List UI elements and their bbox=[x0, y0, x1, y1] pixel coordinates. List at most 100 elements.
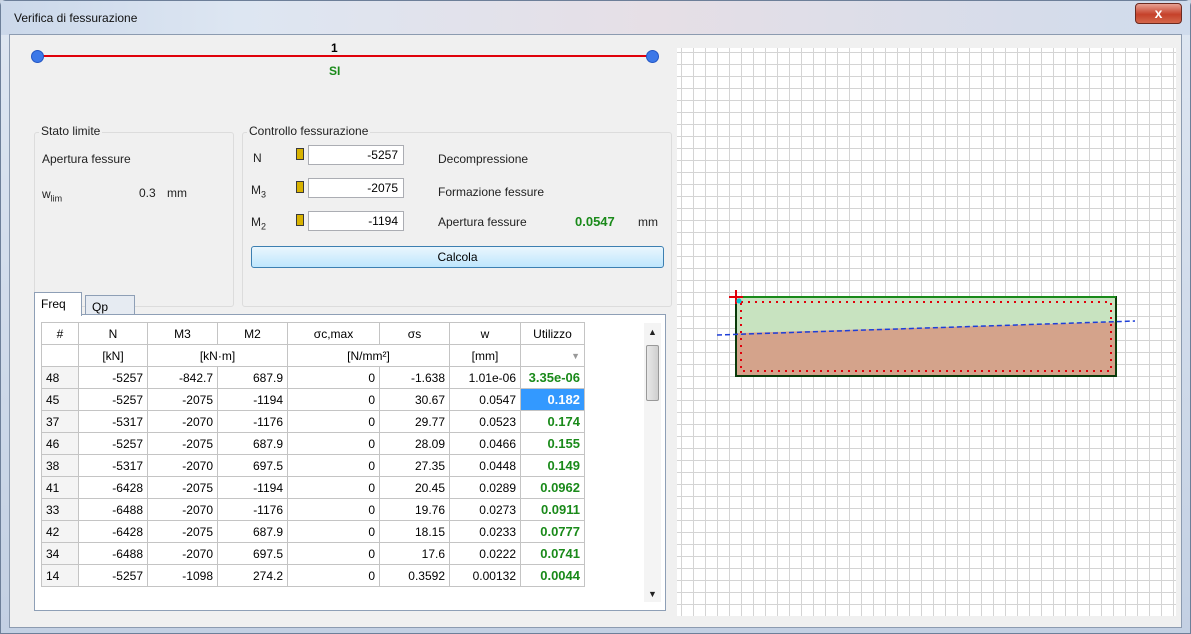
table-cell[interactable]: 0 bbox=[287, 410, 380, 433]
row-index-cell[interactable]: 46 bbox=[41, 432, 79, 455]
table-cell[interactable]: 0 bbox=[287, 564, 380, 587]
table-cell[interactable]: 0.0273 bbox=[449, 498, 521, 521]
table-cell[interactable]: -1.638 bbox=[379, 366, 450, 389]
table-cell[interactable]: -2070 bbox=[147, 454, 218, 477]
table-cell[interactable]: -1194 bbox=[217, 388, 288, 411]
table-cell[interactable]: 0.3592 bbox=[379, 564, 450, 587]
table-row[interactable]: 46 -5257 -2075 687.9 0 28.09 0.0466 0.155 bbox=[41, 432, 585, 455]
table-cell[interactable]: 0 bbox=[287, 542, 380, 565]
table-cell[interactable]: -6428 bbox=[78, 520, 148, 543]
calculator-icon[interactable] bbox=[296, 214, 304, 226]
table-cell[interactable]: 0.0222 bbox=[449, 542, 521, 565]
table-cell[interactable]: 687.9 bbox=[217, 432, 288, 455]
utilizzo-cell[interactable]: 0.0777 bbox=[520, 520, 585, 543]
col-header-w[interactable]: w bbox=[449, 322, 521, 345]
table-cell[interactable]: -1194 bbox=[217, 476, 288, 499]
scroll-up-icon[interactable]: ▲ bbox=[648, 327, 657, 337]
n-field[interactable]: -5257 bbox=[308, 145, 404, 165]
table-cell[interactable]: 0.0233 bbox=[449, 520, 521, 543]
utilizzo-cell[interactable]: 0.155 bbox=[520, 432, 585, 455]
table-cell[interactable]: 18.15 bbox=[379, 520, 450, 543]
table-cell[interactable]: 1.01e-06 bbox=[449, 366, 521, 389]
sort-arrow-icon[interactable]: ▼ bbox=[520, 344, 585, 367]
table-cell[interactable]: 28.09 bbox=[379, 432, 450, 455]
utilizzo-cell[interactable]: 3.35e-06 bbox=[520, 366, 585, 389]
row-index-cell[interactable]: 42 bbox=[41, 520, 79, 543]
table-cell[interactable]: 274.2 bbox=[217, 564, 288, 587]
table-cell[interactable]: 697.5 bbox=[217, 542, 288, 565]
table-cell[interactable]: 0.0466 bbox=[449, 432, 521, 455]
col-header-sigma-c[interactable]: σc,max bbox=[287, 322, 380, 345]
utilizzo-cell[interactable]: 0.0911 bbox=[520, 498, 585, 521]
row-index-cell[interactable]: 41 bbox=[41, 476, 79, 499]
row-index-cell[interactable]: 34 bbox=[41, 542, 79, 565]
calculator-icon[interactable] bbox=[296, 148, 304, 160]
table-cell[interactable]: 27.35 bbox=[379, 454, 450, 477]
table-cell[interactable]: -5257 bbox=[78, 366, 148, 389]
table-cell[interactable]: -842.7 bbox=[147, 366, 218, 389]
table-cell[interactable]: 0 bbox=[287, 432, 380, 455]
table-cell[interactable]: 0 bbox=[287, 498, 380, 521]
row-index-cell[interactable]: 33 bbox=[41, 498, 79, 521]
beam-start-node[interactable] bbox=[31, 50, 44, 63]
row-index-cell[interactable]: 38 bbox=[41, 454, 79, 477]
table-row[interactable]: 33 -6488 -2070 -1176 0 19.76 0.0273 0.0911 bbox=[41, 498, 585, 521]
table-cell[interactable]: 19.76 bbox=[379, 498, 450, 521]
utilizzo-cell[interactable]: 0.182 bbox=[520, 388, 585, 411]
table-cell[interactable]: -5257 bbox=[78, 432, 148, 455]
col-header-utilizzo[interactable]: Utilizzo bbox=[520, 322, 585, 345]
table-cell[interactable]: 0 bbox=[287, 454, 380, 477]
table-cell[interactable]: -2070 bbox=[147, 542, 218, 565]
table-cell[interactable]: 687.9 bbox=[217, 520, 288, 543]
beam-end-node[interactable] bbox=[646, 50, 659, 63]
table-cell[interactable]: 30.67 bbox=[379, 388, 450, 411]
table-cell[interactable]: -6488 bbox=[78, 498, 148, 521]
table-cell[interactable]: -1098 bbox=[147, 564, 218, 587]
table-cell[interactable]: -2075 bbox=[147, 476, 218, 499]
col-header-index[interactable]: # bbox=[41, 322, 79, 345]
table-row[interactable]: 48 -5257 -842.7 687.9 0 -1.638 1.01e-06 3.35e-0… bbox=[41, 366, 585, 389]
section-view[interactable] bbox=[677, 48, 1176, 616]
table-cell[interactable]: -6428 bbox=[78, 476, 148, 499]
table-row[interactable]: 34 -6488 -2070 697.5 0 17.6 0.0222 0.0741 bbox=[41, 542, 585, 565]
table-cell[interactable]: -5317 bbox=[78, 410, 148, 433]
col-header-m2[interactable]: M2 bbox=[217, 322, 288, 345]
row-index-cell[interactable]: 14 bbox=[41, 564, 79, 587]
table-row[interactable]: 45 -5257 -2075 -1194 0 30.67 0.0547 0.182 bbox=[41, 388, 585, 411]
m3-field[interactable]: -2075 bbox=[308, 178, 404, 198]
table-cell[interactable]: 0.0289 bbox=[449, 476, 521, 499]
table-cell[interactable]: 0.0448 bbox=[449, 454, 521, 477]
table-cell[interactable]: 0 bbox=[287, 476, 380, 499]
table-cell[interactable]: -1176 bbox=[217, 410, 288, 433]
utilizzo-cell[interactable]: 0.0044 bbox=[520, 564, 585, 587]
close-button[interactable]: x bbox=[1135, 3, 1182, 24]
table-row[interactable]: 38 -5317 -2070 697.5 0 27.35 0.0448 0.149 bbox=[41, 454, 585, 477]
table-row[interactable]: 37 -5317 -2070 -1176 0 29.77 0.0523 0.174 bbox=[41, 410, 585, 433]
col-header-n[interactable]: N bbox=[78, 322, 148, 345]
table-cell[interactable]: 687.9 bbox=[217, 366, 288, 389]
table-cell[interactable]: -5257 bbox=[78, 388, 148, 411]
table-cell[interactable]: 0.0547 bbox=[449, 388, 521, 411]
utilizzo-cell[interactable]: 0.0962 bbox=[520, 476, 585, 499]
col-header-m3[interactable]: M3 bbox=[147, 322, 218, 345]
table-row[interactable]: 41 -6428 -2075 -1194 0 20.45 0.0289 0.0962 bbox=[41, 476, 585, 499]
table-cell[interactable]: -2075 bbox=[147, 520, 218, 543]
row-index-cell[interactable]: 48 bbox=[41, 366, 79, 389]
utilizzo-cell[interactable]: 0.0741 bbox=[520, 542, 585, 565]
table-cell[interactable]: 0 bbox=[287, 520, 380, 543]
table-cell[interactable]: 0 bbox=[287, 388, 380, 411]
table-cell[interactable]: 697.5 bbox=[217, 454, 288, 477]
tab-freq[interactable]: Freq bbox=[34, 292, 82, 316]
table-cell[interactable]: 20.45 bbox=[379, 476, 450, 499]
table-cell[interactable]: -5257 bbox=[78, 564, 148, 587]
table-row[interactable]: 42 -6428 -2075 687.9 0 18.15 0.0233 0.0777 bbox=[41, 520, 585, 543]
table-cell[interactable]: -5317 bbox=[78, 454, 148, 477]
table-cell[interactable]: -2070 bbox=[147, 410, 218, 433]
table-cell[interactable]: -2075 bbox=[147, 432, 218, 455]
m2-field[interactable]: -1194 bbox=[308, 211, 404, 231]
scroll-down-icon[interactable]: ▼ bbox=[648, 589, 657, 599]
utilizzo-cell[interactable]: 0.174 bbox=[520, 410, 585, 433]
table-cell[interactable]: -2075 bbox=[147, 388, 218, 411]
calcola-button[interactable]: Calcola bbox=[251, 246, 664, 268]
table-cell[interactable]: 0 bbox=[287, 366, 380, 389]
